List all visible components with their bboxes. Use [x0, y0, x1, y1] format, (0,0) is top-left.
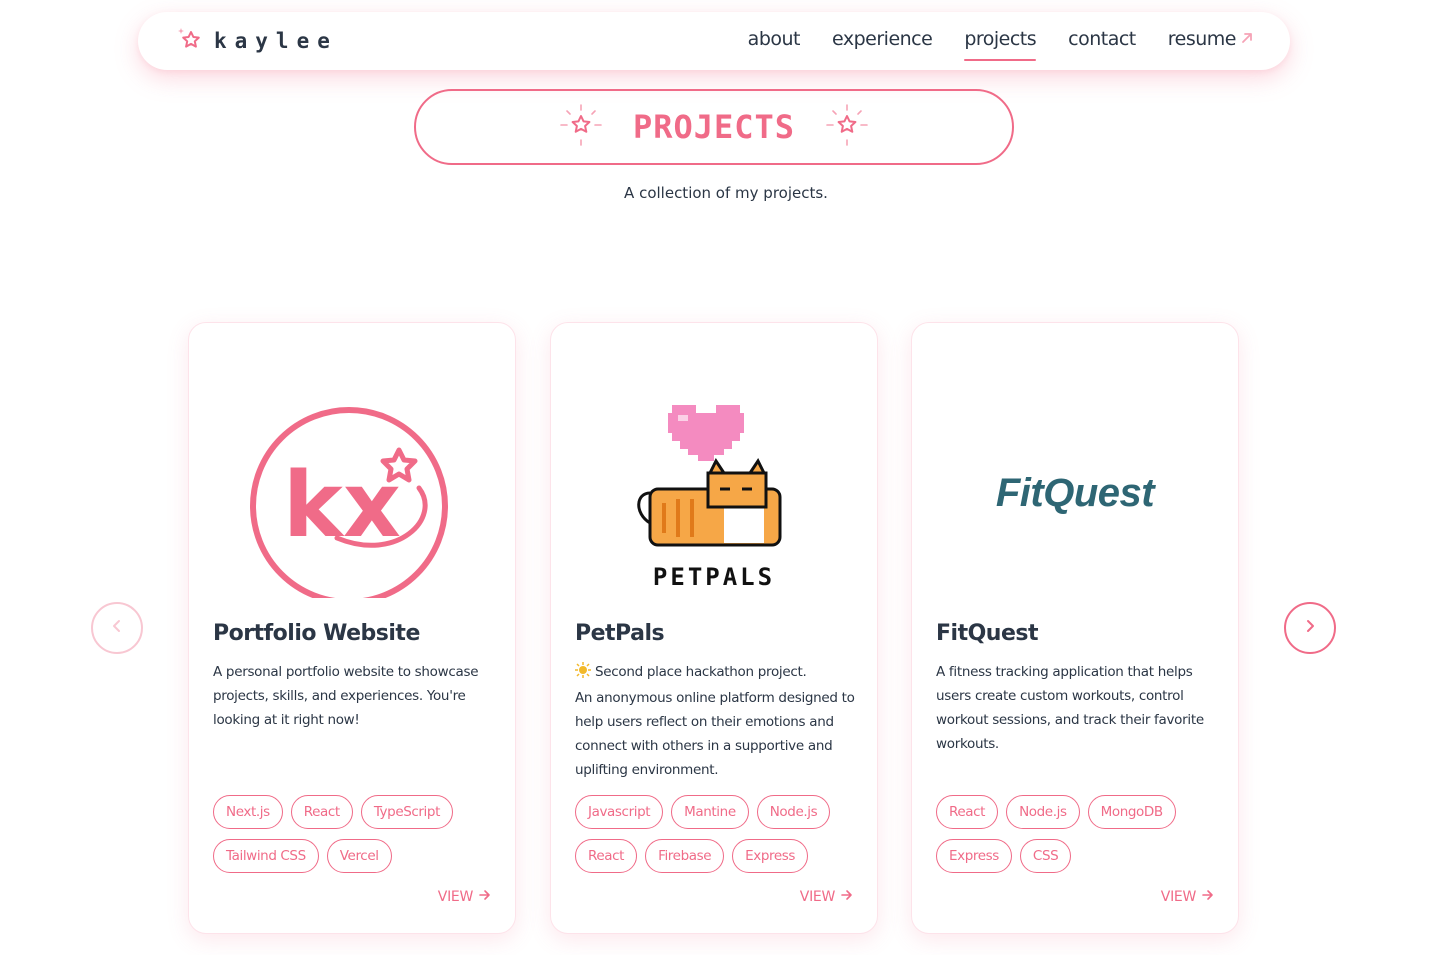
tech-tag: Node.js — [756, 795, 831, 829]
nav-links: about experience projects contact resume — [748, 28, 1254, 61]
svg-text:PETPALS: PETPALS — [653, 563, 775, 591]
nav-link-projects[interactable]: projects — [964, 28, 1037, 61]
tech-tag: Node.js — [1006, 795, 1080, 829]
tech-tag: Vercel — [326, 839, 392, 873]
arrow-up-right-icon — [1240, 28, 1254, 50]
nav-link-about[interactable]: about — [748, 28, 801, 54]
project-title: FitQuest — [936, 621, 1038, 646]
view-project-link[interactable]: VIEW — [800, 889, 853, 905]
arrow-right-icon — [1202, 889, 1214, 905]
project-description: A personal portfolio website to showcase… — [213, 664, 479, 728]
project-description: Second place hackathon project. An anony… — [575, 662, 855, 778]
sparkle-sun-icon — [575, 662, 591, 686]
nav-link-experience[interactable]: experience — [832, 28, 933, 54]
page-title: PROJECTS — [632, 108, 796, 146]
view-label: VIEW — [1160, 889, 1197, 905]
tech-tags: Javascript Mantine Node.js React Firebas… — [575, 795, 865, 873]
tech-tag: Next.js — [213, 795, 283, 829]
tech-tag: TypeScript — [360, 795, 453, 829]
page-title-banner: PROJECTS — [414, 89, 1014, 165]
project-title: PetPals — [575, 621, 665, 646]
chevron-right-icon — [1302, 618, 1318, 639]
tech-tag: Express — [732, 839, 809, 873]
fitquest-logo-text: FitQuest — [995, 470, 1155, 515]
project-card-portfolio: kx Portfolio Website A personal portfoli… — [188, 322, 516, 934]
project-title: Portfolio Website — [213, 621, 420, 646]
nav-link-resume[interactable]: resume — [1168, 28, 1254, 54]
tech-tag: CSS — [1019, 839, 1072, 873]
sparkle-star-icon — [825, 103, 869, 152]
petpals-logo-image: PETPALS — [551, 363, 877, 623]
brand-link[interactable]: kaylee — [176, 26, 338, 57]
view-project-link[interactable]: VIEW — [438, 889, 491, 905]
tech-tags: React Node.js MongoDB Express CSS — [936, 795, 1226, 873]
portfolio-logo-image: kx — [189, 363, 515, 623]
carousel-next-button[interactable] — [1284, 602, 1336, 654]
sparkle-star-icon — [559, 103, 603, 152]
arrow-right-icon — [479, 889, 491, 905]
arrow-right-icon — [841, 889, 853, 905]
navbar: kaylee about experience projects contact… — [138, 12, 1290, 70]
project-description: A fitness tracking application that help… — [936, 664, 1204, 752]
tech-tags: Next.js React TypeScript Tailwind CSS Ve… — [213, 795, 503, 873]
star-logo-icon — [176, 26, 204, 57]
brand-name: kaylee — [214, 29, 338, 53]
tech-tag: MongoDB — [1087, 795, 1176, 829]
tech-tag: React — [575, 839, 638, 873]
view-label: VIEW — [437, 889, 474, 905]
page-subtitle: A collection of my projects. — [624, 184, 828, 202]
project-card-fitquest: FitQuest FitQuest A fitness tracking app… — [911, 322, 1239, 934]
chevron-left-icon — [109, 618, 125, 639]
tech-tag: Mantine — [671, 795, 749, 829]
view-label: VIEW — [799, 889, 836, 905]
fitquest-logo-image: FitQuest — [912, 363, 1238, 623]
tech-tag: React — [936, 795, 999, 829]
tech-tag: Tailwind CSS — [213, 839, 319, 873]
resume-label: resume — [1167, 28, 1237, 50]
tech-tag: Express — [936, 839, 1012, 873]
project-card-petpals: PETPALS PetPals Second place hackathon p… — [550, 322, 878, 934]
view-project-link[interactable]: VIEW — [1161, 889, 1214, 905]
nav-link-contact[interactable]: contact — [1068, 28, 1136, 54]
carousel-prev-button[interactable] — [91, 602, 143, 654]
tech-tag: Javascript — [575, 795, 664, 829]
tech-tag: React — [290, 795, 353, 829]
tech-tag: Firebase — [645, 839, 725, 873]
